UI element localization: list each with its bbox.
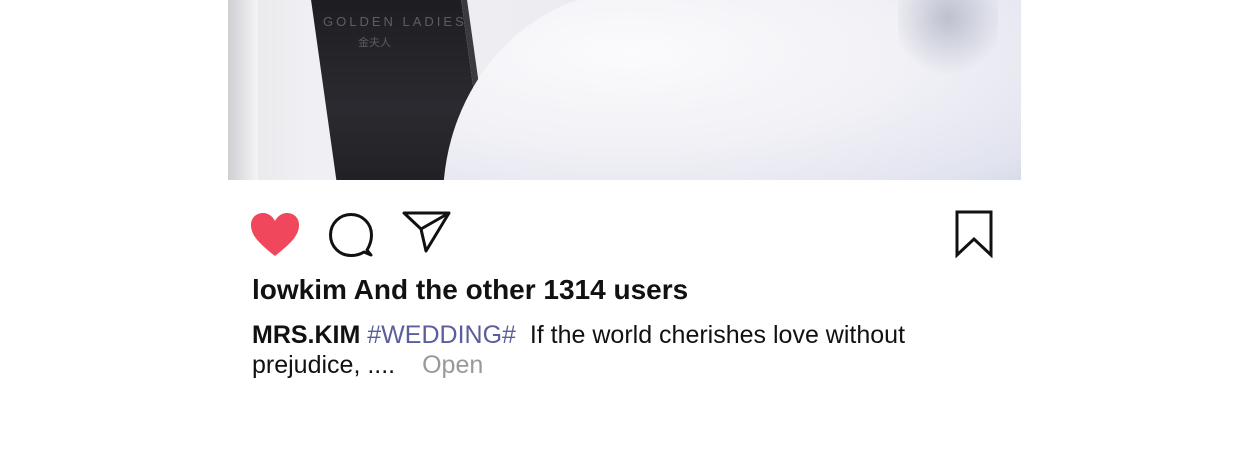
caption-hashtag[interactable]: #WEDDING# bbox=[367, 321, 516, 349]
like-button[interactable] bbox=[250, 212, 300, 258]
bookmark-icon bbox=[955, 210, 993, 258]
post-photo[interactable]: GOLDEN LADIES 金夫人 bbox=[228, 0, 1021, 180]
caption-open-link[interactable]: Open bbox=[422, 351, 483, 379]
comment-bubble-icon bbox=[329, 213, 373, 257]
caption-username[interactable]: MRS.KIM bbox=[252, 321, 360, 349]
post-caption: MRS.KIM #WEDDING# If the world cherishes… bbox=[252, 320, 952, 380]
photo-watermark-sub: 金夫人 bbox=[358, 37, 391, 49]
likes-summary[interactable]: lowkim And the other 1314 users bbox=[252, 274, 688, 306]
photo-watermark: GOLDEN LADIES bbox=[323, 14, 467, 29]
photo-door-frame bbox=[228, 0, 258, 180]
share-button[interactable] bbox=[402, 210, 452, 254]
comment-button[interactable] bbox=[328, 212, 374, 258]
heart-filled-icon bbox=[251, 213, 299, 256]
save-button[interactable] bbox=[954, 210, 994, 258]
photo-lace-detail bbox=[898, 0, 998, 90]
send-icon bbox=[402, 211, 451, 253]
